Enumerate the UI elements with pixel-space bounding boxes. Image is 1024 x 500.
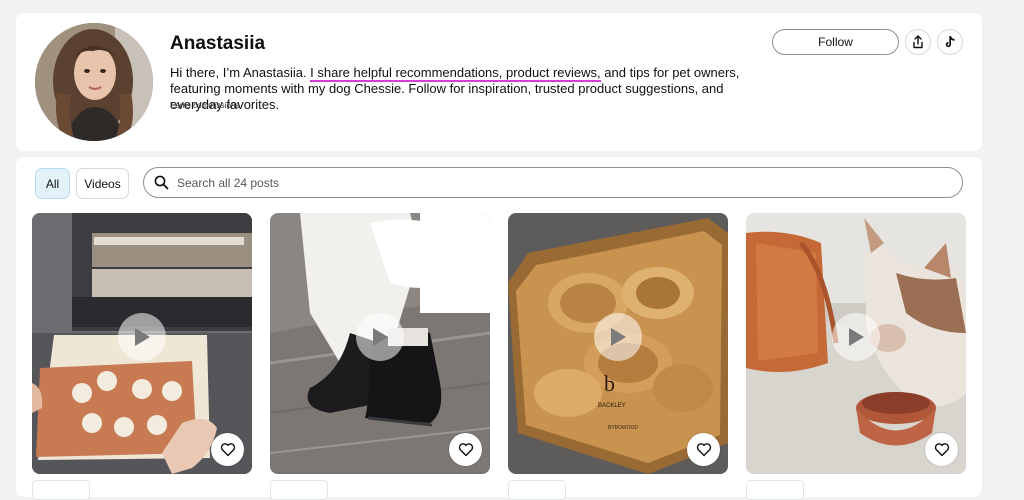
board-maker-text: BYBOWOOD: [608, 425, 638, 431]
product-card-stub[interactable]: [32, 480, 90, 500]
board-logo-letter: b: [604, 371, 615, 396]
play-button[interactable]: [594, 313, 642, 361]
profile-bio: Hi there, I’m Anastasiia. I share helpfu…: [170, 65, 770, 113]
filter-all-button[interactable]: All: [35, 168, 70, 199]
bio-highlight: I share helpful recommendations, product…: [310, 65, 601, 82]
bio-intro: Hi there, I’m Anastasiia.: [170, 65, 311, 80]
play-icon: [135, 328, 150, 346]
like-button[interactable]: [449, 433, 482, 466]
heart-icon: [220, 443, 235, 457]
play-icon: [373, 328, 388, 346]
avatar-portrait: [35, 23, 153, 141]
play-icon: [611, 328, 626, 346]
heart-icon: [934, 443, 949, 457]
like-button[interactable]: [211, 433, 244, 466]
heart-icon: [696, 443, 711, 457]
play-button[interactable]: [832, 313, 880, 361]
board-brand-text: BACKLEY: [598, 403, 626, 409]
like-button[interactable]: [687, 433, 720, 466]
post-tile[interactable]: [32, 213, 252, 474]
heart-icon: [458, 443, 473, 457]
posts-feed: All Videos Search all 24 posts b BACKLEY…: [16, 157, 982, 500]
tiktok-icon: [945, 36, 955, 48]
tiktok-button[interactable]: [937, 29, 963, 55]
product-card-stub[interactable]: [270, 480, 328, 500]
share-button[interactable]: [905, 29, 931, 55]
play-icon: [849, 328, 864, 346]
post-tile[interactable]: b BACKLEY BYBOWOOD: [508, 213, 728, 474]
play-button[interactable]: [118, 313, 166, 361]
product-card-stub[interactable]: [508, 480, 566, 500]
share-icon: [913, 35, 923, 49]
post-tile[interactable]: [746, 213, 966, 474]
filter-videos-button[interactable]: Videos: [76, 168, 129, 199]
search-box[interactable]: [143, 167, 963, 198]
search-input[interactable]: [177, 175, 937, 190]
profile-name: Anastasiia: [170, 33, 266, 54]
follow-button[interactable]: Follow: [772, 29, 899, 55]
search-icon: [154, 175, 169, 190]
profile-card: Anastasiia Hi there, I’m Anastasiia. I s…: [16, 13, 982, 151]
like-button[interactable]: [925, 433, 958, 466]
earns-commissions-label: Earns commissions: [170, 101, 240, 110]
product-card-stub[interactable]: [746, 480, 804, 500]
post-tile[interactable]: [270, 213, 490, 474]
avatar[interactable]: [35, 23, 153, 141]
play-button[interactable]: [356, 313, 404, 361]
